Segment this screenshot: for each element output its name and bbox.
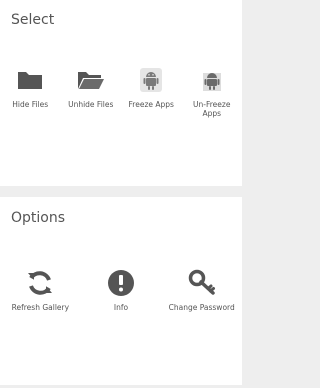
key-icon xyxy=(187,269,217,297)
select-card: Select Hide Files Unhide Files Freeze Ap… xyxy=(0,0,242,186)
change-password-label: Change Password xyxy=(168,303,235,312)
info-icon xyxy=(106,269,136,297)
select-grid: Hide Files Unhide Files Freeze Apps Un-F… xyxy=(0,66,242,118)
select-title: Select xyxy=(11,12,55,28)
hide-files-label: Hide Files xyxy=(12,100,49,109)
hide-files-button[interactable]: Hide Files xyxy=(0,66,61,118)
refresh-gallery-label: Refresh Gallery xyxy=(11,303,70,312)
freeze-apps-label: Freeze Apps xyxy=(128,100,174,109)
options-title: Options xyxy=(11,210,66,226)
android-unfreeze-icon xyxy=(197,66,227,94)
options-card: Options Refresh Gallery Info Change Pass… xyxy=(0,197,242,385)
unhide-files-label: Unhide Files xyxy=(68,100,114,109)
android-freeze-icon xyxy=(136,66,166,94)
folder-icon xyxy=(15,66,45,94)
unfreeze-apps-label: Un-Freeze Apps xyxy=(193,100,231,118)
unhide-files-button[interactable]: Unhide Files xyxy=(61,66,122,118)
change-password-button[interactable]: Change Password xyxy=(161,269,242,312)
refresh-gallery-button[interactable]: Refresh Gallery xyxy=(0,269,81,312)
unfreeze-apps-button[interactable]: Un-Freeze Apps xyxy=(182,66,243,118)
freeze-apps-button[interactable]: Freeze Apps xyxy=(121,66,182,118)
info-button[interactable]: Info xyxy=(81,269,162,312)
info-label: Info xyxy=(113,303,129,312)
refresh-icon xyxy=(25,269,55,297)
open-folder-icon xyxy=(76,66,106,94)
options-grid: Refresh Gallery Info Change Password xyxy=(0,269,242,312)
